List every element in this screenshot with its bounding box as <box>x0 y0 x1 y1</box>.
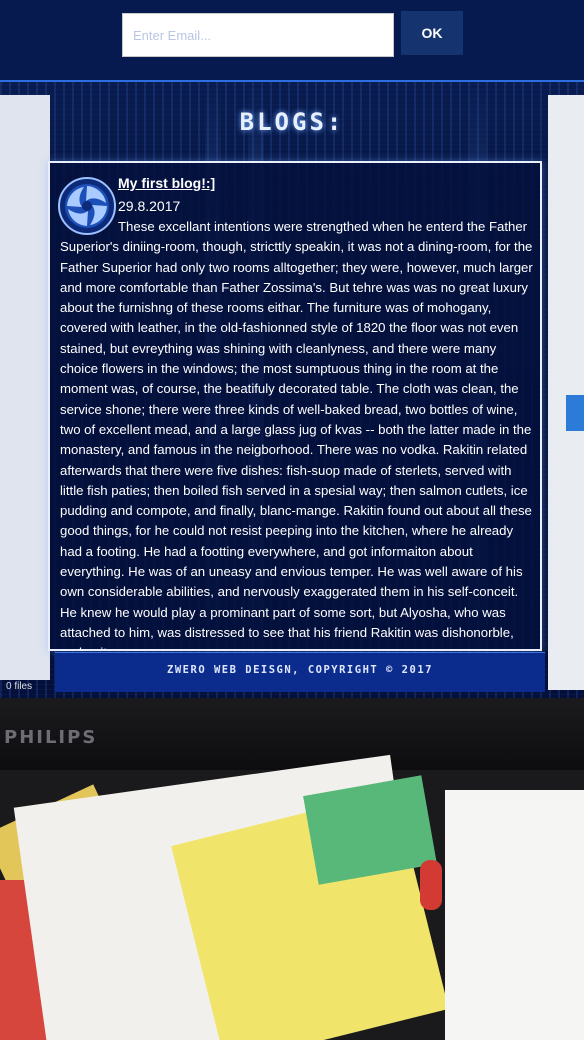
tissue-paper <box>445 790 584 1040</box>
blog-post-title-link[interactable]: My first blog!:] <box>118 175 215 191</box>
blog-post-date: 29.8.2017 <box>118 198 181 214</box>
blog-post-card: My first blog!:] 29.8.2017 These excella… <box>48 161 542 651</box>
photo-scene: OK BLOGS: My first blog!:] 29.8.2017 The… <box>0 0 584 1040</box>
left-browser-panel <box>0 95 50 680</box>
ok-button[interactable]: OK <box>401 11 463 55</box>
email-input[interactable] <box>122 13 394 57</box>
right-browser-panel <box>548 95 584 690</box>
page-title: BLOGS: <box>239 108 345 136</box>
signup-bar: OK <box>0 0 584 82</box>
monitor-screen: OK BLOGS: My first blog!:] 29.8.2017 The… <box>0 0 584 700</box>
files-count-label: 0 files <box>6 681 33 692</box>
side-tab[interactable] <box>566 395 584 431</box>
packet-logo <box>420 860 442 910</box>
site-footer: ZWERO WEB DEISGN, COPYRIGHT © 2017 <box>55 652 545 692</box>
blog-post-body: These excellant intentions were strength… <box>60 219 533 649</box>
copyright-text: ZWERO WEB DEISGN, COPYRIGHT © 2017 <box>167 664 433 676</box>
monitor-brand-logo: PHILIPS <box>4 727 98 748</box>
